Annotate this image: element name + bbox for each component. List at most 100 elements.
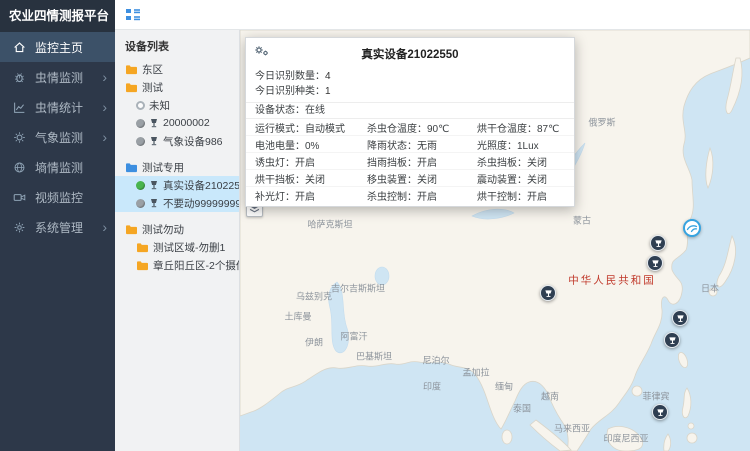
map-place-label: 阿富汗: [340, 330, 367, 343]
device-info-popup: 真实设备21022550 今日识别数量：4今日识别种类：1 设备状态：在线 运行…: [245, 37, 575, 207]
popup-count-row: 今日识别种类：1: [246, 84, 574, 99]
device-stat: 补光灯：开启: [255, 188, 367, 203]
popup-title: 真实设备21022550: [246, 38, 574, 68]
app-root: 农业四情测报平台 监控主页虫情监测›虫情统计›气象监测›墒情监测视频监控系统管理…: [0, 0, 750, 451]
sidebar-item-chart[interactable]: 虫情统计›: [0, 92, 115, 122]
tree-device[interactable]: 气象设备986: [115, 132, 239, 150]
device-stat: 移虫装置：关闭: [367, 171, 477, 186]
tree-item-label: 20000002: [163, 117, 210, 129]
chevron-right-icon: ›: [102, 100, 107, 114]
device-stat-row: 烘干挡板：关闭移虫装置：关闭震动装置：关闭: [246, 170, 574, 187]
settings-gear-icon[interactable]: [254, 45, 269, 57]
map-place-label: 巴基斯坦: [356, 350, 392, 363]
device-icon: [149, 136, 159, 146]
tree-folder[interactable]: 测试区域-勿删1: [115, 238, 239, 256]
device-stat-row: 运行模式：自动模式杀虫仓温度：90℃烘干仓温度：87℃: [246, 119, 574, 136]
app-title: 农业四情测报平台: [0, 0, 115, 32]
sidebar-item-globe[interactable]: 墒情监测: [0, 152, 115, 182]
chart-icon: [12, 100, 27, 115]
sidebar-item-label: 视频监控: [35, 189, 83, 206]
map-canvas[interactable]: 俄罗斯新西伯利亚哈萨克斯坦蒙古中华人民共和国吉尔吉斯斯坦乌兹别克土库曼伊朗阿富汗…: [240, 30, 750, 451]
tree-folder[interactable]: 测试: [115, 78, 239, 96]
trap-icon: [654, 239, 663, 248]
cluster-marker[interactable]: [683, 219, 701, 237]
status-dot: [136, 119, 145, 128]
gear-icon: [12, 220, 27, 235]
tree-folder[interactable]: 测试勿动: [115, 220, 239, 238]
map-place-label: 印度: [423, 380, 441, 393]
device-stat-row: 补光灯：开启杀虫控制：开启烘干控制：开启: [246, 187, 574, 204]
device-icon: [149, 118, 159, 128]
map-place-label: 印度尼西亚: [603, 432, 648, 445]
map-place-label: 缅甸: [495, 380, 513, 393]
tree-item-label: 测试: [142, 80, 163, 95]
map-place-label: 孟加拉: [462, 366, 489, 379]
trap-icon: [544, 289, 553, 298]
tree-device[interactable]: 真实设备21022550: [115, 176, 239, 194]
map-place-label: 尼泊尔: [422, 354, 449, 367]
sidebar-item-weather[interactable]: 气象监测›: [0, 122, 115, 152]
device-marker[interactable]: [540, 285, 556, 301]
map-place-label: 马来西亚: [554, 422, 590, 435]
device-status-row: 设备状态：在线: [246, 102, 574, 119]
sidebar-item-video[interactable]: 视频监控: [0, 182, 115, 212]
folder-icon: [125, 64, 138, 75]
map-place-label: 吉尔吉斯斯坦: [331, 282, 385, 295]
map-place-label: 泰国: [513, 402, 531, 415]
sidebar-item-label: 虫情监测: [35, 69, 83, 86]
device-list-panel: 设备列表 东区测试未知 20000002 气象设备986 测试专用真实设备210225…: [115, 30, 240, 451]
device-stat: 杀虫仓温度：90℃: [367, 120, 477, 135]
device-stat: 烘干控制：开启: [477, 188, 574, 203]
chevron-right-icon: ›: [102, 70, 107, 84]
tree-folder[interactable]: 东区: [115, 60, 239, 78]
chevron-right-icon: ›: [102, 220, 107, 234]
sidebar-item-bug[interactable]: 虫情监测 ›: [0, 62, 115, 92]
bug-icon: [12, 70, 27, 85]
map-place-label: 菲律宾: [642, 390, 669, 403]
trap-icon: [656, 408, 665, 417]
sidebar: 农业四情测报平台 监控主页虫情监测›虫情统计›气象监测›墒情监测视频监控系统管理…: [0, 0, 115, 451]
tree-item-label: 真实设备21022550: [163, 178, 239, 193]
sidebar-item-label: 系统管理: [35, 219, 83, 236]
radio-icon: [136, 101, 145, 110]
tree-device[interactable]: 不要动99999999: [115, 194, 239, 212]
device-stat: 挡雨挡板：开启: [367, 154, 477, 169]
sidebar-item-gear[interactable]: 系统管理 ›: [0, 212, 115, 242]
trap-icon: [651, 259, 660, 268]
weather-icon: [12, 130, 27, 145]
status-dot: [136, 137, 145, 146]
map-place-label: 哈萨克斯坦: [307, 218, 352, 231]
device-marker[interactable]: [647, 255, 663, 271]
map-place-label: 日本: [701, 282, 719, 295]
device-marker[interactable]: [664, 332, 680, 348]
tree-item-label: 东区: [142, 62, 163, 77]
device-marker[interactable]: [652, 404, 668, 420]
tree-folder[interactable]: 章丘阳丘区-2个摄像头: [115, 256, 239, 274]
status-dot: [136, 181, 145, 190]
map-place-label: 乌兹别克: [296, 290, 332, 303]
folder-icon: [125, 82, 138, 93]
tree-item-label: 测试区域-勿删1: [153, 240, 225, 255]
folder-icon: [125, 224, 138, 235]
tree-list-icon[interactable]: [125, 7, 141, 23]
device-icon: [149, 180, 159, 190]
device-marker[interactable]: [650, 235, 666, 251]
tree-folder[interactable]: 测试专用: [115, 158, 239, 176]
sidebar-item-label: 气象监测: [35, 129, 83, 146]
video-icon: [12, 190, 27, 205]
device-stat: 杀虫挡板：关闭: [477, 154, 574, 169]
device-stat-row: 电池电量：0%降雨状态：无雨光照度：1Lux: [246, 136, 574, 153]
device-tree: 东区测试未知 20000002 气象设备986 测试专用真实设备21022550不要动…: [115, 60, 239, 274]
tree-item-label: 测试勿动: [142, 222, 184, 237]
tree-device[interactable]: 20000002: [115, 114, 239, 132]
device-stats-grid: 运行模式：自动模式杀虫仓温度：90℃烘干仓温度：87℃电池电量：0%降雨状态：无…: [246, 119, 574, 206]
device-marker[interactable]: [672, 310, 688, 326]
device-list-title: 设备列表: [115, 30, 239, 60]
map-place-label: 俄罗斯: [588, 116, 615, 129]
globe-icon: [12, 160, 27, 175]
tree-device[interactable]: 未知: [115, 96, 239, 114]
sidebar-item-home[interactable]: 监控主页: [0, 32, 115, 62]
country-label: 中华人民共和国: [568, 273, 656, 288]
folder-icon: [136, 260, 149, 271]
folder-icon: [125, 162, 138, 173]
